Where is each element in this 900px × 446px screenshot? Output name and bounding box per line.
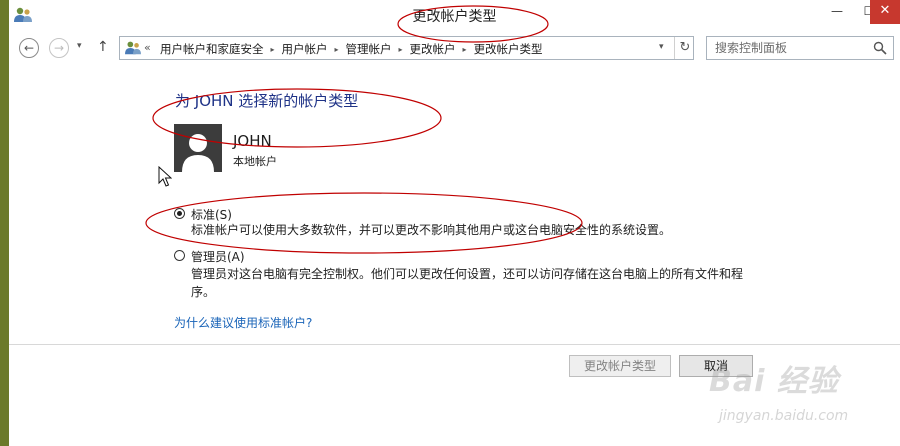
page-title: 为 JOHN 选择新的帐户类型 bbox=[175, 92, 359, 110]
breadcrumb-item[interactable]: 更改帐户 bbox=[410, 41, 456, 57]
title-bar: 更改帐户类型 — ☐ ✕ bbox=[9, 0, 900, 32]
standard-radio[interactable] bbox=[174, 208, 185, 219]
recent-locations-icon[interactable]: ▾ bbox=[77, 41, 82, 51]
account-type-label: 本地帐户 bbox=[233, 155, 277, 168]
breadcrumb-item[interactable]: 管理帐户 bbox=[346, 41, 392, 57]
breadcrumb-item[interactable]: 用户帐户和家庭安全 bbox=[160, 41, 264, 57]
address-overflow-icon[interactable]: « bbox=[144, 41, 151, 54]
up-level-button[interactable]: ↑ bbox=[97, 39, 109, 55]
users-icon bbox=[125, 41, 141, 55]
breadcrumb-item-current[interactable]: 更改帐户类型 bbox=[474, 41, 543, 57]
administrator-description: 管理员对这台电脑有完全控制权。他们可以更改任何设置，还可以访问存储在这台电脑上的… bbox=[191, 265, 743, 301]
chevron-right-icon[interactable]: ▸ bbox=[463, 45, 467, 54]
user-name: JOHN bbox=[233, 132, 272, 150]
search-input[interactable] bbox=[707, 37, 875, 59]
avatar bbox=[174, 124, 222, 172]
baidu-watermark: Bai 经验 jingyan.baidu.com bbox=[699, 352, 899, 432]
breadcrumb: 用户帐户和家庭安全 ▸ 用户帐户 ▸ 管理帐户 ▸ 更改帐户 ▸ 更改帐户类型 bbox=[160, 41, 543, 57]
watermark-url: jingyan.baidu.com bbox=[719, 408, 849, 424]
watermark-logo-text: Bai 经验 bbox=[709, 364, 839, 399]
search-box bbox=[706, 36, 894, 60]
why-standard-account-link[interactable]: 为什么建议使用标准帐户? bbox=[174, 314, 312, 331]
user-silhouette-icon bbox=[182, 134, 214, 172]
close-button[interactable]: ✕ bbox=[870, 0, 900, 24]
desktop-edge bbox=[0, 0, 9, 446]
minimize-button[interactable]: — bbox=[821, 0, 853, 24]
chevron-right-icon[interactable]: ▸ bbox=[399, 45, 403, 54]
chevron-right-icon[interactable]: ▸ bbox=[335, 45, 339, 54]
standard-description: 标准帐户可以使用大多数软件，并可以更改不影响其他用户或这台电脑安全性的系统设置。 bbox=[191, 223, 672, 237]
administrator-description-line: 管理员对这台电脑有完全控制权。他们可以更改任何设置，还可以访问存储在这台电脑上的… bbox=[191, 267, 744, 281]
window-title: 更改帐户类型 bbox=[412, 9, 497, 25]
search-icon[interactable] bbox=[873, 41, 887, 55]
administrator-description-line: 序。 bbox=[191, 285, 216, 299]
address-bar[interactable]: « 用户帐户和家庭安全 ▸ 用户帐户 ▸ 管理帐户 ▸ 更改帐户 ▸ 更改帐户类型 ▾ ↻ bbox=[119, 36, 694, 60]
change-account-type-button[interactable]: 更改帐户类型 bbox=[569, 355, 671, 377]
breadcrumb-item[interactable]: 用户帐户 bbox=[282, 41, 328, 57]
navigation-bar: ← → ▾ ↑ « 用户帐户和家庭安全 ▸ 用户帐户 ▸ 管理帐户 ▸ 更改帐户 ▸ 更改帐户类… bbox=[9, 34, 900, 64]
footer-divider bbox=[9, 344, 900, 345]
forward-button[interactable]: → bbox=[49, 38, 69, 58]
mouse-cursor-icon bbox=[158, 166, 172, 187]
address-dropdown-icon[interactable]: ▾ bbox=[659, 42, 664, 52]
administrator-radio[interactable] bbox=[174, 250, 185, 261]
chevron-right-icon[interactable]: ▸ bbox=[271, 45, 275, 54]
administrator-label[interactable]: 管理员(A) bbox=[191, 248, 245, 265]
back-button[interactable]: ← bbox=[19, 38, 39, 58]
refresh-button[interactable]: ↻ bbox=[674, 37, 695, 59]
control-panel-window: 更改帐户类型 — ☐ ✕ ← → ▾ ↑ « 用户帐户和家庭安全 ▸ 用户帐户 ▸ 管理… bbox=[9, 0, 900, 446]
